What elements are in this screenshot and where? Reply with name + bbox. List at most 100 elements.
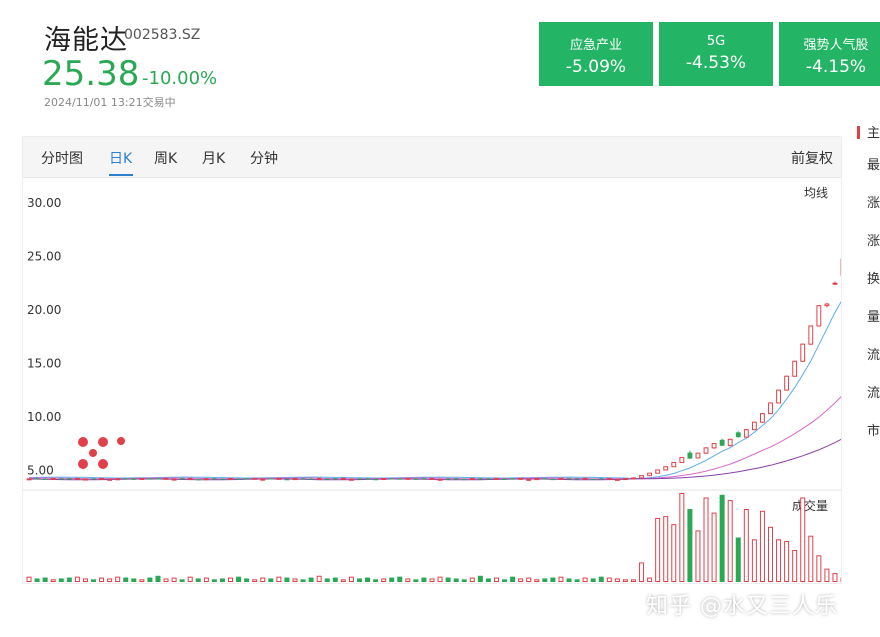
candle-body (228, 477, 233, 480)
candlestick (171, 478, 177, 481)
candle-body (751, 421, 757, 431)
candle-body (784, 375, 790, 391)
candle-body (590, 479, 596, 481)
kline-chart-svg: 均线 成交量 30.0025.0020.0015.0010.005.00 06/… (23, 186, 841, 583)
candlestick (163, 477, 169, 480)
candlestick (631, 477, 636, 480)
candlestick (526, 478, 532, 481)
volume-bar (703, 497, 709, 583)
candle-body (623, 478, 628, 481)
sector-change: -4.53% (685, 53, 747, 73)
candle-body (155, 478, 161, 480)
volume-bar (622, 579, 628, 582)
ma-line (28, 438, 841, 481)
candlestick (187, 477, 193, 480)
volume-bar (792, 549, 798, 582)
volume-bar (534, 579, 540, 582)
right-label: 换 (867, 272, 880, 287)
ma-line (28, 396, 841, 480)
volume-bar (236, 576, 242, 582)
candle-body (292, 478, 298, 481)
candle-body (211, 478, 217, 480)
candlestick (751, 421, 757, 431)
candle-body (421, 478, 427, 480)
candlestick (663, 466, 669, 471)
candle-body (832, 282, 838, 285)
candlestick (832, 281, 838, 285)
candle-body (808, 325, 814, 345)
candlestick (26, 478, 32, 481)
right-label: 流 (867, 348, 880, 363)
candlestick (405, 477, 411, 480)
candle-body (469, 477, 475, 480)
candle-body (340, 477, 346, 480)
candle-body (357, 478, 362, 480)
volume-bar (195, 578, 201, 582)
candlestick (598, 478, 604, 480)
watermark: 知乎 @水又三人乐 (646, 594, 838, 619)
volume-bar (284, 577, 290, 582)
volume-bar (711, 512, 717, 582)
ma-panel-label: 均线 (804, 186, 828, 200)
candlestick (647, 472, 653, 477)
volume-bar (147, 577, 153, 582)
stock-change-percent: -10.00% (142, 68, 218, 89)
sector-change: -5.09% (565, 57, 627, 77)
kline-chart-panel: 分时图 日K 周K 月K 分钟 前复权 均线 成交量 30.00 25.00 20.… (22, 136, 842, 584)
candle-body (203, 478, 209, 481)
candle-body (300, 478, 306, 480)
volume-bar (639, 562, 645, 583)
candlestick (687, 450, 693, 460)
volume-bar (429, 578, 435, 583)
sector-card-5g[interactable]: 5G -4.53% (659, 22, 773, 86)
volume-bar (808, 535, 814, 582)
volume-bar (647, 577, 653, 582)
volume-bar (50, 579, 56, 582)
candle-body (381, 478, 387, 481)
volume-bar (356, 578, 362, 582)
volume-bar (630, 579, 636, 582)
volume-bar (493, 577, 499, 582)
candlestick (115, 478, 121, 481)
logo-dot (78, 437, 88, 447)
candle-body (171, 478, 177, 481)
candle-body (776, 389, 781, 404)
right-label: 市 (867, 424, 880, 439)
candle-body (284, 479, 290, 481)
candle-body (477, 478, 483, 480)
candlestick (91, 478, 96, 480)
volume-bar (784, 541, 790, 582)
right-label: 涨 (867, 196, 880, 211)
right-label: 量 (867, 310, 880, 325)
candlestick (228, 477, 233, 480)
volume-bar (397, 576, 403, 582)
volume-bar (228, 577, 234, 582)
candle-body (373, 479, 379, 481)
stock-code: 002583.SZ (124, 27, 201, 43)
candlestick (639, 475, 644, 479)
candle-body (276, 477, 282, 480)
candlestick (719, 438, 725, 447)
candle-body (74, 477, 80, 480)
candle-body (631, 477, 636, 480)
candlestick (760, 413, 765, 423)
candle-body (502, 478, 507, 480)
volume-bar (566, 578, 572, 582)
trade-timestamp: 2024/11/01 13:21交易中 (44, 96, 176, 109)
candle-body (534, 478, 540, 481)
volume-bar (34, 578, 40, 582)
sector-card-emergency[interactable]: 应急产业 -5.09% (539, 22, 653, 86)
candle-body (147, 478, 153, 480)
candle-body (687, 452, 693, 459)
candle-body (760, 413, 765, 423)
candle-body (131, 478, 137, 480)
candle-body (99, 477, 104, 480)
candle-body (34, 478, 40, 480)
volume-bar (413, 579, 419, 582)
candlestick (469, 477, 475, 480)
candlestick (99, 477, 104, 480)
candle-body (107, 478, 113, 481)
sector-card-hot-stocks[interactable]: 强势人气股 -4.15% (779, 22, 880, 86)
candle-body (614, 478, 620, 481)
volume-bar (381, 578, 387, 583)
